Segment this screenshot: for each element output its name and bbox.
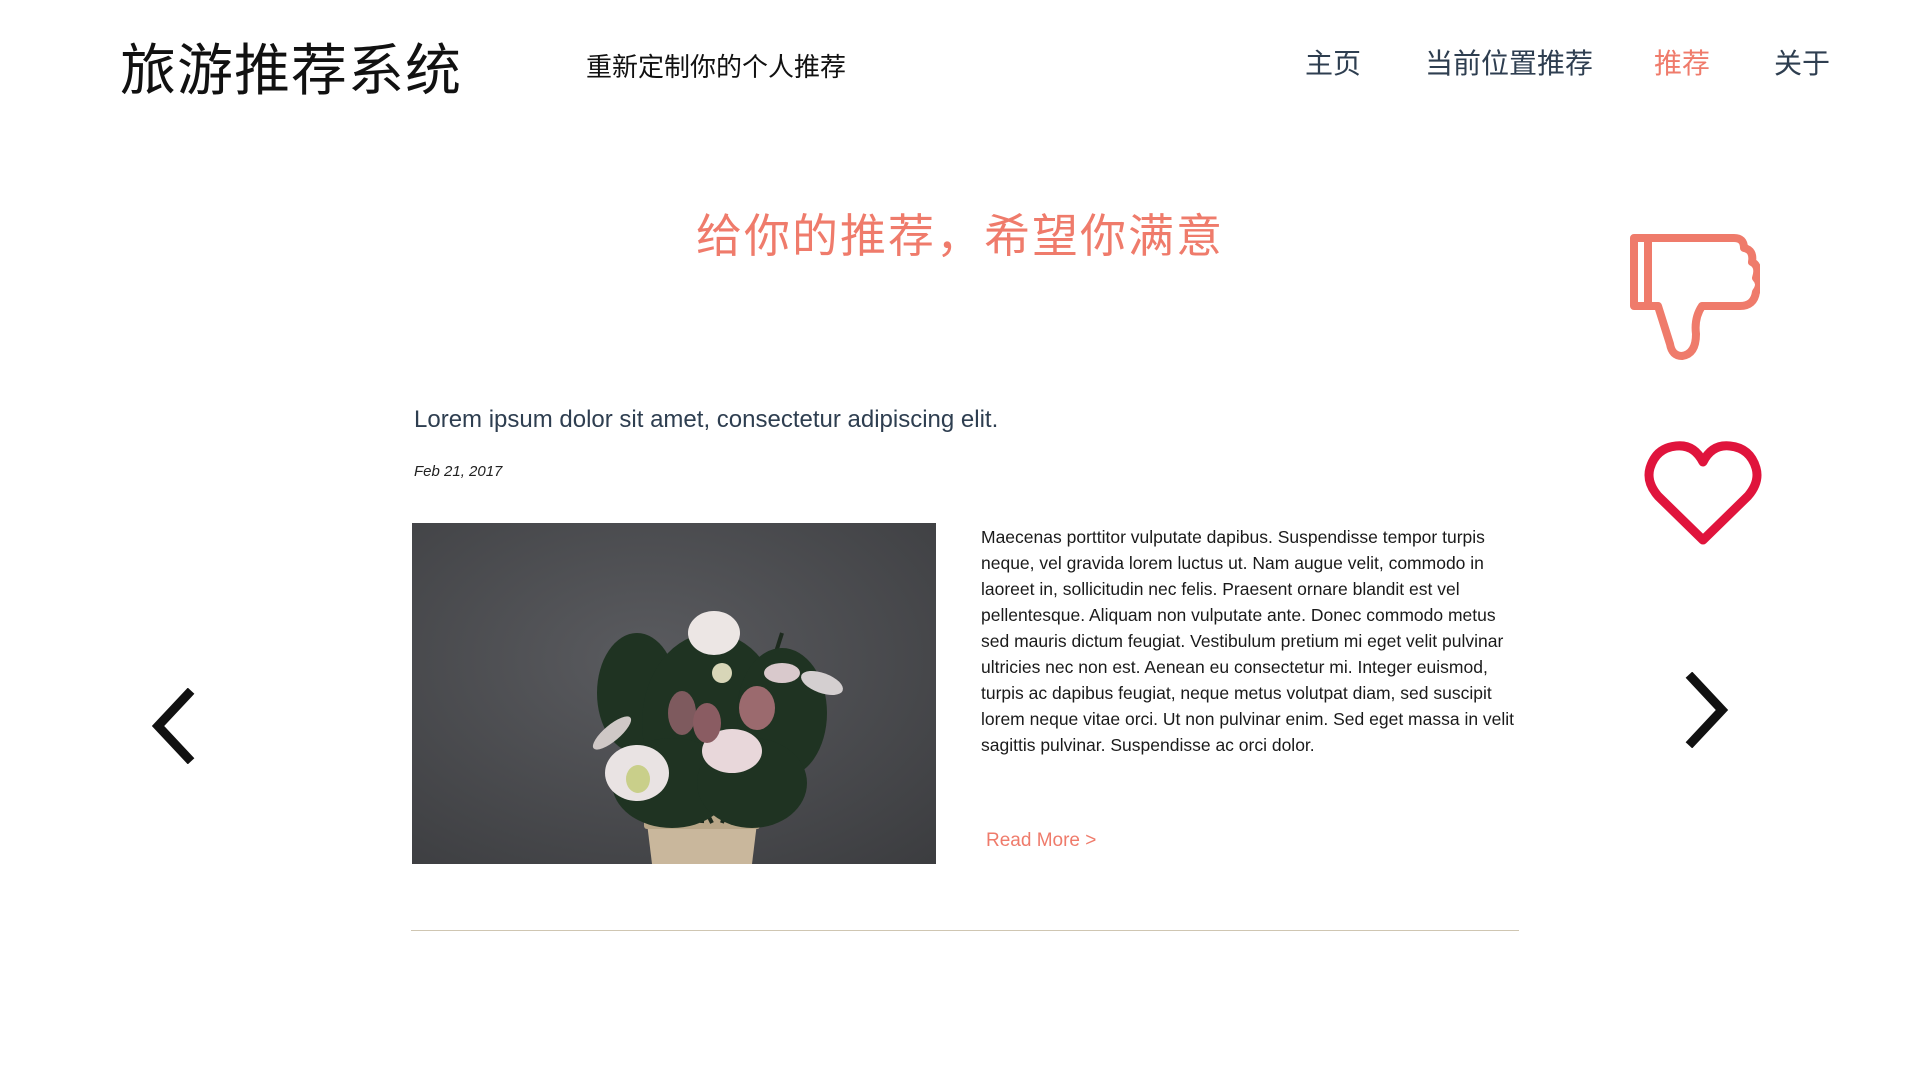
article-date: Feb 21, 2017 xyxy=(414,463,503,480)
nav-about[interactable]: 关于 xyxy=(1774,42,1830,82)
chevron-right-icon[interactable] xyxy=(1682,671,1732,749)
thumbs-down-icon[interactable] xyxy=(1630,230,1763,366)
article-body: Maecenas porttitor vulputate dapibus. Su… xyxy=(981,527,1515,755)
read-more-link[interactable]: Read More > xyxy=(986,830,1096,852)
nav-nearby-recommend[interactable]: 当前位置推荐 xyxy=(1425,42,1593,82)
article-image[interactable] xyxy=(412,523,936,864)
nav-recommend[interactable]: 推荐 xyxy=(1654,42,1710,82)
divider xyxy=(411,930,1519,931)
main-nav: 主页 当前位置推荐 推荐 关于 xyxy=(0,42,1920,82)
nav-home[interactable]: 主页 xyxy=(1305,42,1361,82)
page: 旅游推荐系统 重新定制你的个人推荐 主页 当前位置推荐 推荐 关于 给你的推荐，… xyxy=(0,0,1920,1080)
article-title[interactable]: Lorem ipsum dolor sit amet, consectetur … xyxy=(414,406,998,434)
heart-icon[interactable] xyxy=(1644,440,1762,548)
chevron-left-icon[interactable] xyxy=(148,687,198,765)
